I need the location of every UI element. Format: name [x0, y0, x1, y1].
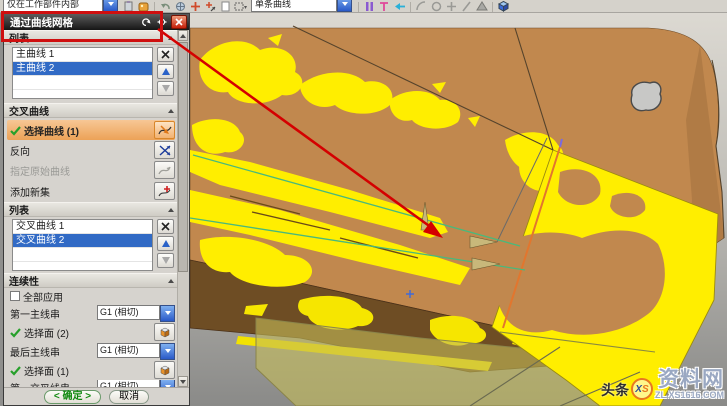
circle-icon[interactable]: [430, 0, 443, 12]
list-item-selected[interactable]: 主曲线 2: [13, 62, 152, 76]
select-curve-row[interactable]: 选择曲线 (1): [7, 120, 175, 140]
close-icon[interactable]: [171, 15, 187, 29]
watermark-url: ZL.XS1616.COM: [655, 391, 724, 400]
add-icon[interactable]: [189, 0, 202, 12]
collapse-icon[interactable]: [168, 208, 174, 212]
ok-button[interactable]: < 确定 >: [44, 390, 101, 404]
check-icon: [10, 365, 21, 376]
chevron-down-icon[interactable]: [103, 0, 118, 12]
origin-curve-icon: [154, 161, 175, 179]
settings-icon[interactable]: [155, 16, 169, 28]
first-primary-dropdown[interactable]: G1 (相切): [97, 305, 175, 322]
cone-icon[interactable]: [475, 0, 488, 12]
list-item-empty[interactable]: [13, 90, 152, 99]
viewport-3d[interactable]: [190, 12, 727, 406]
check-icon: [10, 125, 21, 136]
cross-list-header[interactable]: 列表: [4, 202, 178, 217]
through-curve-mesh-dialog: 通过曲线网格 列表 主曲线 1 主曲线 2 交叉曲线: [3, 13, 190, 406]
add-to-set-icon[interactable]: [204, 0, 217, 12]
move-down-icon[interactable]: [157, 253, 174, 268]
undo-icon[interactable]: [159, 0, 172, 12]
select-face-1-row: 选择面 (1): [4, 360, 178, 380]
move-up-icon[interactable]: [157, 236, 174, 251]
cross-curve-header[interactable]: 交叉曲线: [4, 103, 178, 118]
selection-scope-combo[interactable]: 仅在工作部件内部: [3, 0, 118, 12]
select-curve-icon[interactable]: [154, 121, 175, 139]
chevron-down-icon[interactable]: [337, 0, 352, 12]
scroll-up-icon[interactable]: [178, 30, 188, 41]
primary-curve-list: 主曲线 1 主曲线 2: [4, 45, 178, 101]
dialog-titlebar[interactable]: 通过曲线网格: [4, 14, 189, 30]
first-cross-dropdown[interactable]: G1 (相切): [97, 380, 175, 387]
dialog-body: 列表 主曲线 1 主曲线 2 交叉曲线 选择曲线 (1) 反向: [4, 30, 189, 387]
arrow-icon[interactable]: [393, 0, 406, 12]
remove-icon[interactable]: [157, 219, 174, 234]
specify-origin-curve-row: 指定原始曲线: [4, 160, 178, 180]
collapse-icon[interactable]: [168, 279, 174, 283]
chevron-down-icon[interactable]: [160, 380, 175, 387]
solid-cube-icon[interactable]: [497, 0, 510, 12]
globe-icon[interactable]: [174, 0, 187, 12]
add-new-set-icon[interactable]: [154, 182, 175, 200]
text-tool-icon[interactable]: [378, 0, 391, 12]
paste-icon[interactable]: [122, 0, 135, 12]
watermark-logo: XS: [631, 378, 653, 400]
collapse-icon[interactable]: [168, 36, 174, 40]
select-face-2-row: 选择面 (2): [4, 322, 178, 342]
add-new-set-row: 添加新集: [4, 180, 178, 202]
selection-rectangle-icon[interactable]: [234, 0, 247, 12]
curve-rule-value: 单条曲线: [251, 0, 337, 12]
watermark: 头条 XS 资料网 ZL.XS1616.COM: [601, 369, 724, 400]
dialog-title: 通过曲线网格: [10, 15, 73, 30]
curve-rule-combo[interactable]: 单条曲线: [251, 0, 352, 12]
first-primary-row: 第一主线串 G1 (相切): [4, 304, 178, 322]
dialog-footer: < 确定 > 取消: [4, 387, 189, 405]
scrollbar-thumb[interactable]: [178, 42, 188, 272]
chevron-down-icon[interactable]: [160, 305, 175, 322]
list-item-selected[interactable]: 交叉曲线 2: [13, 234, 152, 248]
chevron-down-icon[interactable]: [160, 343, 175, 360]
first-cross-row: 第一交叉线串 G1 (相切): [4, 380, 178, 387]
page-icon[interactable]: [219, 0, 232, 12]
scroll-down-icon[interactable]: [178, 376, 188, 387]
palette-icon[interactable]: [137, 0, 150, 12]
continuity-header[interactable]: 连续性: [4, 273, 178, 288]
list-item-empty[interactable]: [13, 76, 152, 90]
list-item-empty[interactable]: [13, 248, 152, 262]
reverse-row: 反向: [4, 140, 178, 160]
collapse-icon[interactable]: [168, 109, 174, 113]
last-primary-dropdown[interactable]: G1 (相切): [97, 343, 175, 360]
primary-list-header[interactable]: 列表: [4, 30, 178, 45]
select-face-icon[interactable]: [154, 361, 175, 379]
cancel-button[interactable]: 取消: [109, 390, 149, 404]
list-item-empty[interactable]: [13, 262, 152, 271]
parallel-bars-icon[interactable]: [363, 0, 376, 12]
surface-hole: [631, 82, 661, 110]
remove-icon[interactable]: [157, 47, 174, 62]
apply-all-row: 全部应用: [4, 288, 178, 304]
selection-scope-value: 仅在工作部件内部: [3, 0, 103, 12]
select-face-icon[interactable]: [154, 323, 175, 341]
arc-icon[interactable]: [415, 0, 428, 12]
apply-all-checkbox[interactable]: [10, 291, 20, 301]
slash-icon[interactable]: [460, 0, 473, 12]
cross-curve-list: 交叉曲线 1 交叉曲线 2: [4, 217, 178, 273]
watermark-prefix: 头条: [601, 380, 629, 400]
top-toolbar: 仅在工作部件内部 单条曲线: [0, 0, 727, 13]
reverse-direction-icon[interactable]: [154, 141, 175, 159]
last-primary-row: 最后主线串 G1 (相切): [4, 342, 178, 360]
move-down-icon[interactable]: [157, 81, 174, 96]
list-item[interactable]: 主曲线 1: [13, 48, 152, 62]
check-icon: [10, 327, 21, 338]
reset-icon[interactable]: [139, 16, 153, 28]
plus-icon[interactable]: [445, 0, 458, 12]
move-up-icon[interactable]: [157, 64, 174, 79]
list-item[interactable]: 交叉曲线 1: [13, 220, 152, 234]
dialog-scrollbar[interactable]: [177, 30, 189, 387]
watermark-site: 资料网: [658, 369, 724, 390]
